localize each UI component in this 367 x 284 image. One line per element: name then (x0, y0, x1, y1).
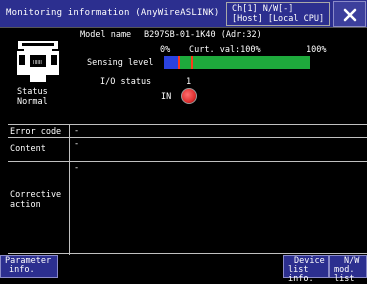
device-list-info-button[interactable]: Device list info. (283, 255, 329, 284)
parameter-info-button[interactable]: Parameter info. (0, 255, 58, 278)
channel-line-1: Ch[1] N/W[-] (232, 4, 294, 14)
scale-min: 0% (160, 45, 171, 55)
corrective-label-2: action (10, 200, 41, 210)
model-name-value: B297SB-01-1K40 (Adr:32) (144, 30, 262, 40)
error-code-value: - (74, 126, 80, 136)
threshold-marker-low (178, 56, 180, 69)
detail-table: Error code - Content - Corrective action… (0, 124, 367, 255)
sensing-level-label: Sensing level (87, 58, 154, 68)
error-code-label: Error code (10, 127, 62, 137)
divider (69, 162, 70, 255)
io-number: 1 (186, 77, 192, 87)
close-button[interactable] (333, 1, 366, 27)
sensing-level-fill (164, 56, 178, 69)
content-value: - (74, 139, 80, 149)
close-icon (343, 8, 357, 22)
svg-text:IIIIII: IIIIII (33, 60, 42, 66)
nw-module-list-button[interactable]: N/W mod. list (329, 255, 367, 284)
content-row: Content - (8, 137, 367, 162)
channel-info: Ch[1] N/W[-] [Host] [Local CPU] (226, 2, 330, 26)
corrective-action-row: Corrective action - (8, 161, 367, 255)
status-value: Normal (17, 97, 48, 107)
corrective-label-1: Corrective (10, 190, 62, 200)
corrective-action-value: - (74, 163, 80, 173)
io-status-label: I/O status (100, 77, 152, 87)
parameter-info-line-2: info. (9, 265, 35, 275)
model-name-label: Model name (80, 30, 132, 40)
scale-max: 100% (306, 45, 327, 55)
divider (69, 138, 70, 162)
threshold-marker-high (191, 56, 193, 69)
sensing-level-bar (164, 56, 310, 69)
window-title: Monitoring information (AnyWireASLINK) (6, 8, 220, 18)
title-bar: Monitoring information (AnyWireASLINK) C… (0, 0, 367, 28)
module-icon: IIIIII (17, 41, 59, 82)
nw-module-line-2: mod. list (334, 265, 355, 284)
status-label: Status (17, 87, 48, 97)
content-label: Content (10, 144, 46, 154)
channel-line-2: [Host] [Local CPU] (232, 14, 325, 24)
current-value: Curt. val:100% (189, 45, 261, 55)
error-code-row: Error code - (8, 124, 367, 138)
io-direction: IN (161, 92, 172, 102)
device-list-line-2: list info. (288, 265, 314, 284)
io-status-lamp (181, 88, 197, 104)
